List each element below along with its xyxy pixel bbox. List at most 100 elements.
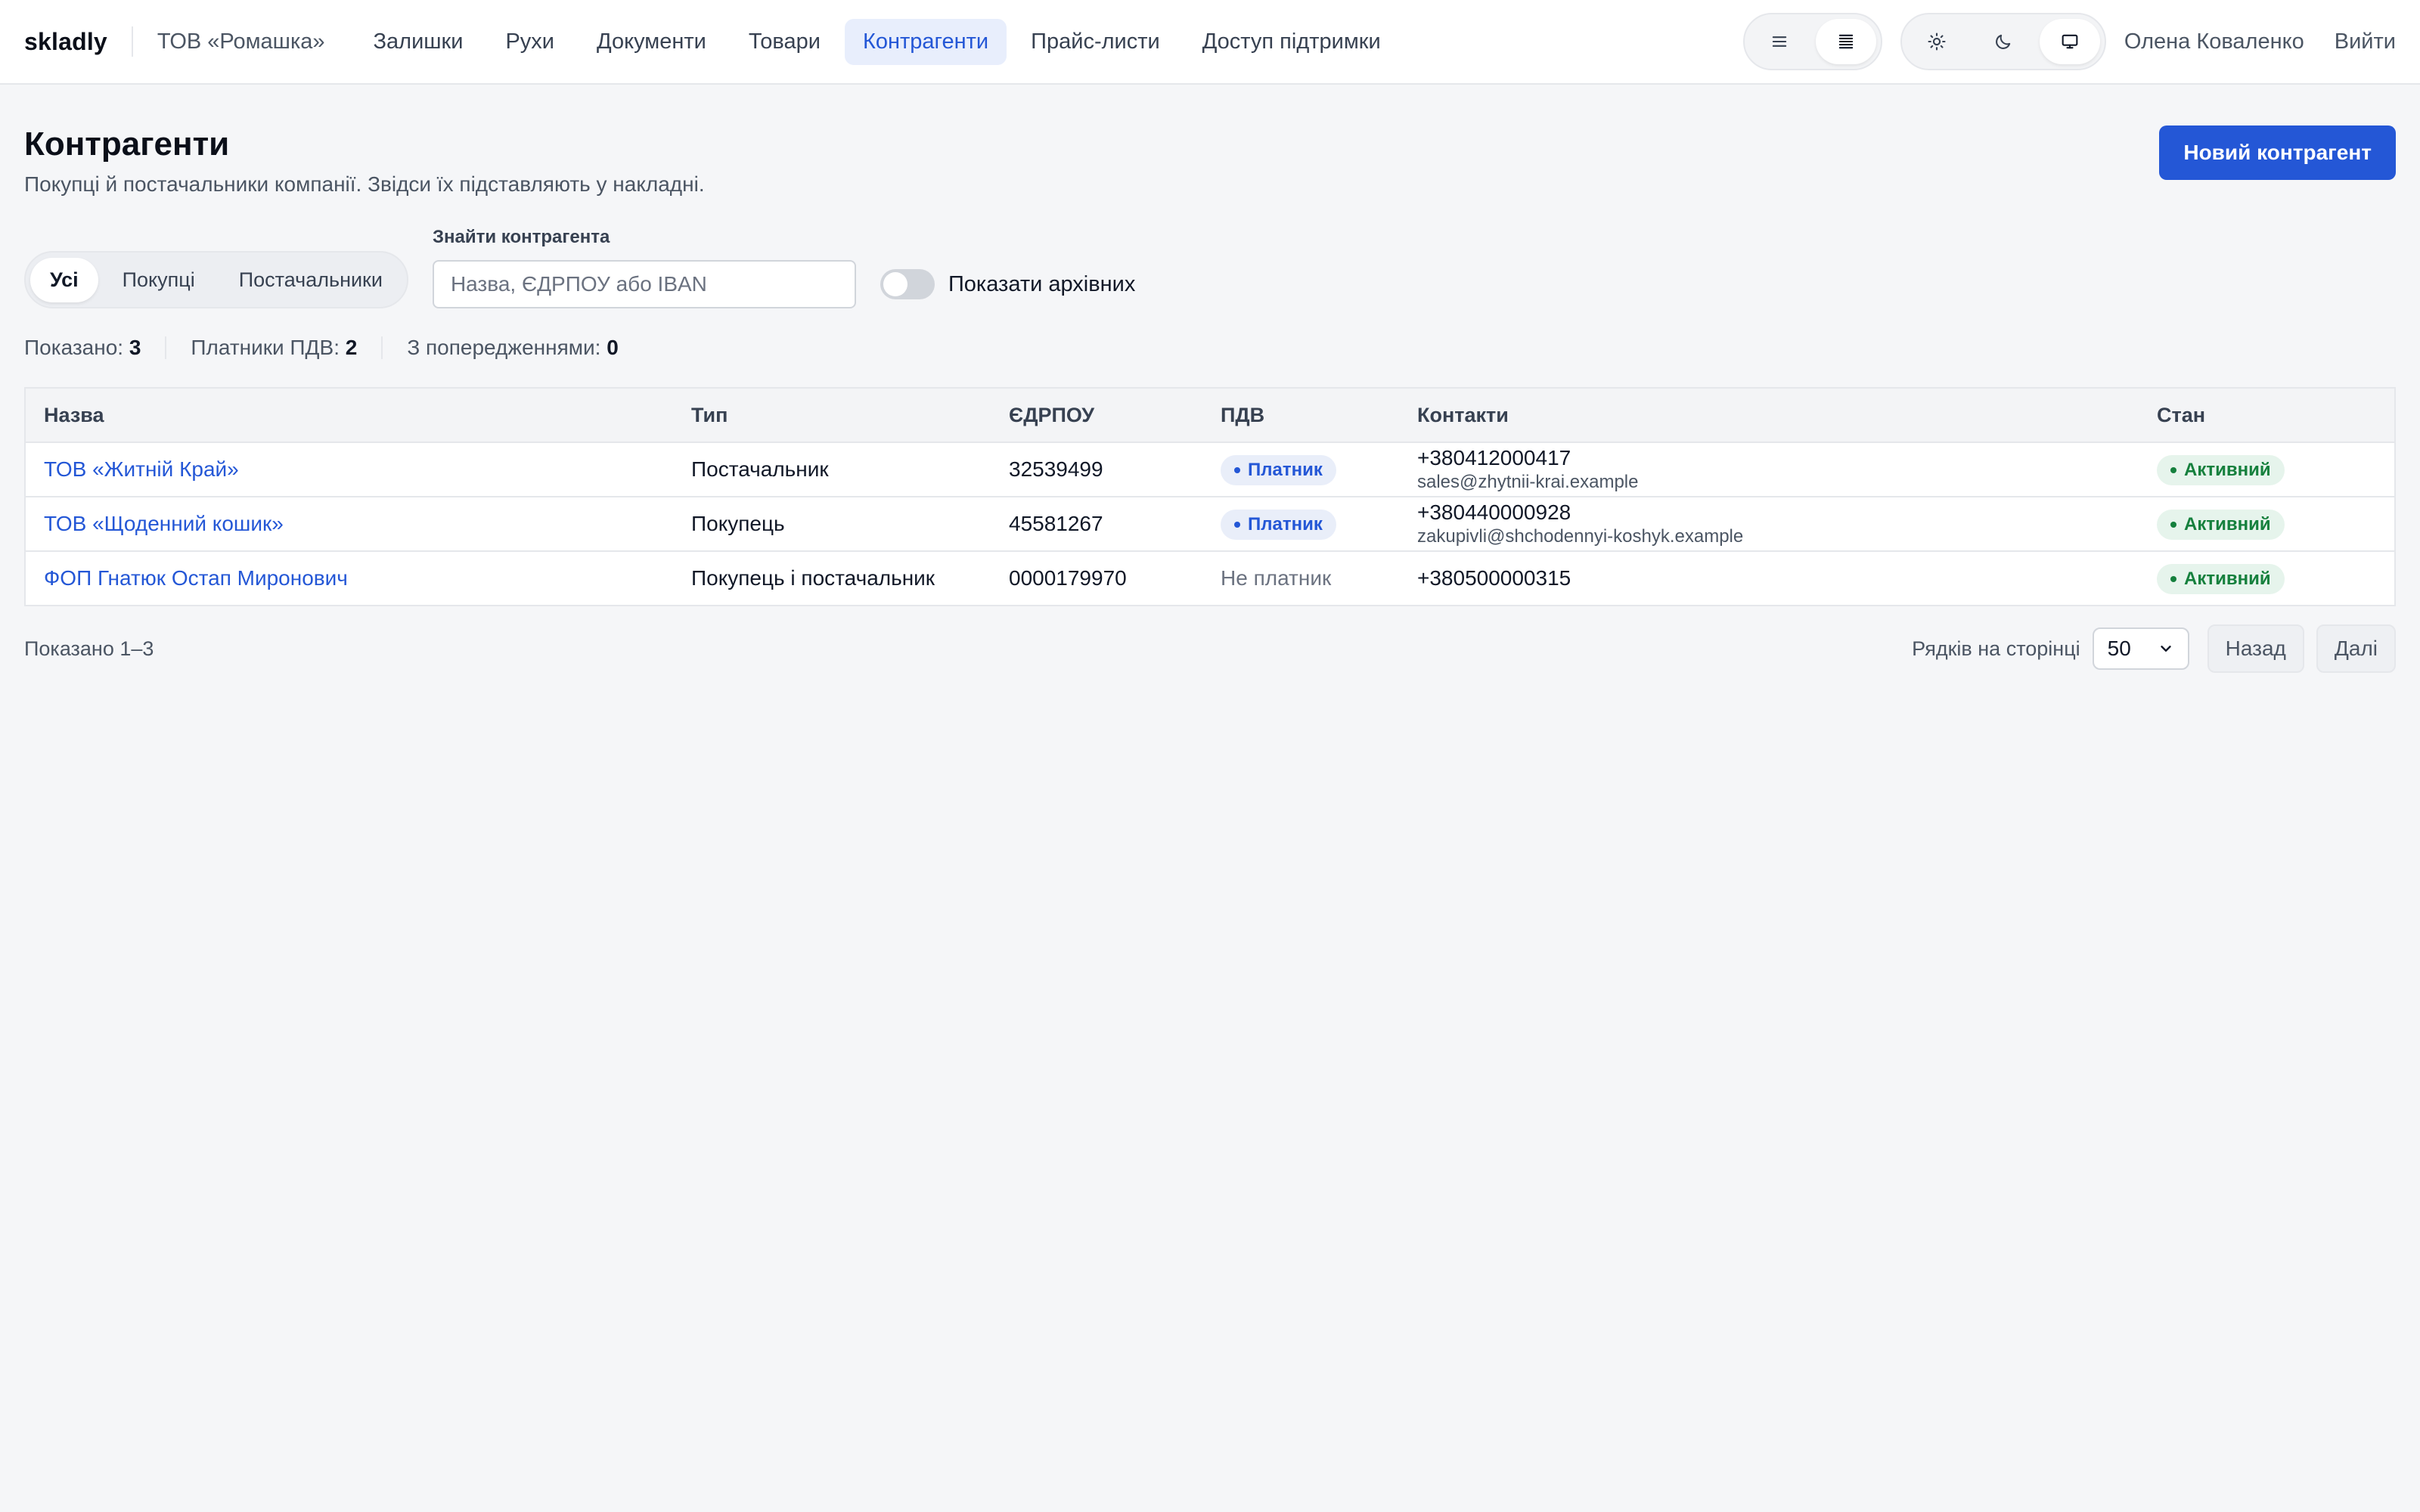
list-comfortable-icon[interactable] <box>1749 19 1810 64</box>
counterparty-name-link[interactable]: ФОП Гнатюк Остап Миронович <box>44 566 348 590</box>
counterparty-edrpou-cell: 45581267 <box>1009 512 1103 535</box>
archive-toggle-label[interactable]: Показати архівних <box>948 272 1135 297</box>
pagination-summary: Показано 1–3 <box>24 637 154 660</box>
next-page-button[interactable]: Далі <box>2316 624 2396 673</box>
header-divider <box>131 26 133 57</box>
counterparties-table: Назва Тип ЄДРПОУ ПДВ Контакти Стан ТОВ «… <box>24 387 2396 606</box>
column-header-edrpou[interactable]: ЄДРПОУ <box>991 404 1202 427</box>
rows-per-page-label: Рядків на сторінці <box>1912 637 2080 660</box>
summary-stats: Показано: 3 Платники ПДВ: 2 З попереджен… <box>24 336 2396 360</box>
tab-all[interactable]: Усі <box>30 257 98 302</box>
filters-bar: Усі Покупці Постачальники Знайти контраг… <box>24 227 2396 308</box>
logout-link[interactable]: Вийти <box>2335 29 2396 54</box>
contact-email: sales@zhytnii-krai.example <box>1417 472 1639 492</box>
status-badge: Активний <box>2157 563 2285 594</box>
counterparty-contacts-cell: +380500000315 <box>1399 565 2139 591</box>
table-row[interactable]: ФОП Гнатюк Остап Миронович Покупець і по… <box>26 550 2394 605</box>
current-user[interactable]: Олена Коваленко <box>2124 29 2304 54</box>
stat-vat-label: Платники ПДВ: <box>191 336 340 359</box>
vat-payer-badge: Платник <box>1221 454 1336 485</box>
tab-suppliers[interactable]: Постачальники <box>219 258 402 302</box>
contact-phone: +380500000315 <box>1417 566 1571 590</box>
counterparty-edrpou-cell: 32539499 <box>1009 457 1103 481</box>
stat-divider <box>165 336 167 359</box>
nav-item-movements[interactable]: Рухи <box>487 19 572 65</box>
counterparty-state-cell: Активний <box>2139 509 2394 540</box>
counterparty-contacts-cell: +380440000928 zakupivli@shchodennyi-kosh… <box>1399 500 2139 548</box>
nav-item-price-lists[interactable]: Прайс-листи <box>1013 19 1178 65</box>
counterparty-vat-cell: Не платник <box>1221 566 1332 590</box>
contact-phone: +380412000417 <box>1417 446 1571 469</box>
counterparty-name-link[interactable]: ТОВ «Щоденний кошик» <box>44 512 284 535</box>
moon-icon[interactable] <box>1973 19 2034 64</box>
table-row[interactable]: ТОВ «Житній Край» Постачальник 32539499 … <box>26 442 2394 496</box>
rows-per-page-value: 50 <box>2107 637 2131 660</box>
search-input[interactable] <box>432 260 856 308</box>
counterparty-state-cell: Активний <box>2139 563 2394 594</box>
counterparty-type-cell: Постачальник <box>691 457 829 481</box>
status-badge-label: Активний <box>2184 513 2271 534</box>
column-header-name[interactable]: Назва <box>26 404 673 427</box>
type-filter-tabs: Усі Покупці Постачальники <box>24 251 408 308</box>
table-row[interactable]: ТОВ «Щоденний кошик» Покупець 45581267 П… <box>26 496 2394 550</box>
counterparty-vat-cell: Платник <box>1202 509 1399 540</box>
counterparty-name-cell: ТОВ «Щоденний кошик» <box>26 512 673 536</box>
top-navigation-bar: skladly ТОВ «Ромашка» Залишки Рухи Докум… <box>0 0 2420 85</box>
stat-shown-value: 3 <box>129 336 141 359</box>
nav-item-documents[interactable]: Документи <box>579 19 724 65</box>
column-header-vat[interactable]: ПДВ <box>1202 404 1399 427</box>
table-footer: Показано 1–3 Рядків на сторінці 50 Назад… <box>24 624 2396 673</box>
status-dot-icon <box>2170 466 2176 473</box>
counterparty-state-cell: Активний <box>2139 454 2394 485</box>
status-badge: Активний <box>2157 454 2285 485</box>
page-subtitle: Покупці й постачальники компанії. Звідси… <box>24 172 705 196</box>
main-nav: Залишки Рухи Документи Товари Контрагент… <box>355 18 1399 65</box>
pagination-controls: Рядків на сторінці 50 Назад Далі <box>1912 624 2396 673</box>
status-dot-icon <box>2170 575 2176 582</box>
page-title: Контрагенти <box>24 125 230 163</box>
rows-per-page-select[interactable]: 50 <box>2092 627 2189 670</box>
contact-email: zakupivli@shchodennyi-koshyk.example <box>1417 526 1744 547</box>
counterparty-edrpou-cell: 0000179970 <box>1009 566 1127 590</box>
column-header-type[interactable]: Тип <box>673 404 991 427</box>
brand-logo[interactable]: skladly <box>24 28 107 56</box>
stat-vat-value: 2 <box>345 336 358 359</box>
nav-item-support-access[interactable]: Доступ підтримки <box>1184 19 1399 65</box>
search-label: Знайти контрагента <box>432 227 610 247</box>
monitor-icon[interactable] <box>2039 19 2100 64</box>
status-badge-label: Активний <box>2184 568 2271 589</box>
status-dot-icon <box>1234 466 1240 473</box>
stat-warnings-value: 0 <box>607 336 619 359</box>
counterparty-type-cell: Покупець <box>691 512 785 535</box>
vat-badge-label: Платник <box>1248 513 1323 534</box>
counterparty-name-link[interactable]: ТОВ «Житній Край» <box>44 457 239 481</box>
sun-icon[interactable] <box>1907 19 1967 64</box>
column-header-contacts[interactable]: Контакти <box>1399 404 2139 427</box>
page-header: Контрагенти Покупці й постачальники комп… <box>24 85 2396 197</box>
search-field: Знайти контрагента <box>432 227 856 308</box>
tab-buyers[interactable]: Покупці <box>103 258 215 302</box>
prev-page-button[interactable]: Назад <box>2207 624 2304 673</box>
contact-phone: +380440000928 <box>1417 500 1571 524</box>
stat-shown-label: Показано: <box>24 336 124 359</box>
stat-warnings: З попередженнями: 0 <box>407 336 618 360</box>
new-counterparty-button[interactable]: Новий контрагент <box>2159 125 2396 180</box>
counterparty-type-cell: Покупець і постачальник <box>691 566 935 590</box>
chevron-down-icon <box>2160 646 2171 652</box>
company-name[interactable]: ТОВ «Ромашка» <box>157 29 325 54</box>
nav-item-counterparties[interactable]: Контрагенти <box>844 18 1007 65</box>
stat-divider <box>381 336 383 359</box>
stat-shown: Показано: 3 <box>24 336 141 360</box>
vat-payer-badge: Платник <box>1221 509 1336 540</box>
status-dot-icon <box>2170 521 2176 528</box>
page-heading-block: Контрагенти Покупці й постачальники комп… <box>24 115 705 197</box>
status-badge-label: Активний <box>2184 459 2271 480</box>
column-header-state[interactable]: Стан <box>2139 404 2394 427</box>
vat-badge-label: Платник <box>1248 459 1323 480</box>
table-header-row: Назва Тип ЄДРПОУ ПДВ Контакти Стан <box>26 389 2394 442</box>
nav-item-stock[interactable]: Залишки <box>355 19 482 65</box>
list-compact-icon[interactable] <box>1815 19 1876 64</box>
archive-toggle[interactable] <box>880 269 935 299</box>
stat-warnings-label: З попередженнями: <box>407 336 601 359</box>
nav-item-products[interactable]: Товари <box>731 19 839 65</box>
